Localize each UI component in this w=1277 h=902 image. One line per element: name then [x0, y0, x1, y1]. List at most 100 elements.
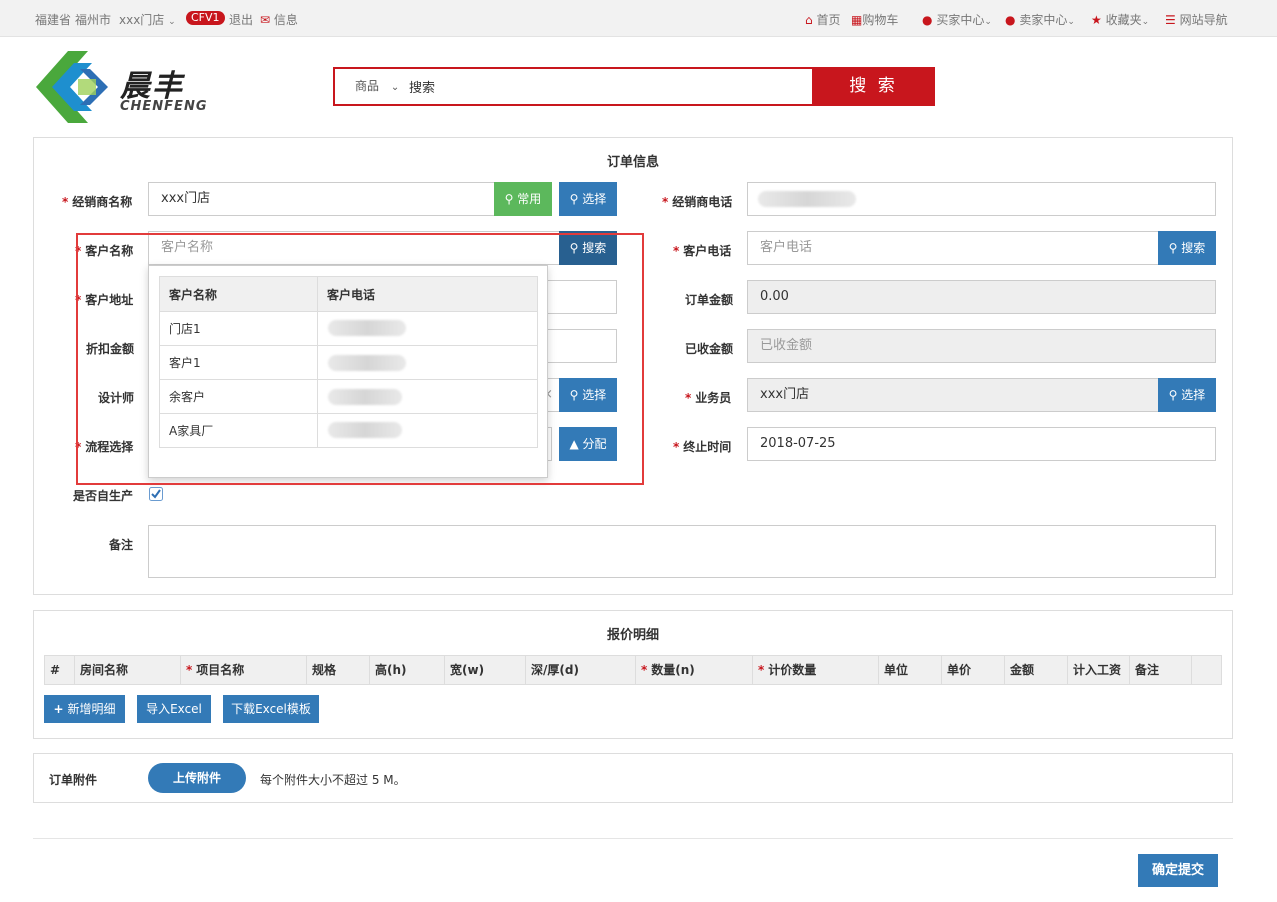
- download-template-button[interactable]: 下载Excel模板: [223, 695, 319, 723]
- favorites-label: 收藏夹: [1105, 13, 1142, 27]
- order-info-title: 订单信息: [606, 155, 659, 170]
- end-time-label: * 终止时间: [673, 440, 732, 454]
- search-button[interactable]: 搜 索: [812, 67, 935, 106]
- search-icon: ⚲: [1168, 241, 1178, 255]
- province-text: 福建省: [35, 13, 72, 27]
- dealer-name-label: * 经销商名称: [62, 195, 133, 209]
- received-amount-field: 已收金额: [747, 329, 1216, 363]
- dealer-name-field[interactable]: xxx门店: [148, 182, 495, 216]
- col-amount: 金额: [1005, 656, 1068, 684]
- import-excel-button[interactable]: 导入Excel: [137, 695, 211, 723]
- search-button-label: 搜索: [1181, 241, 1206, 255]
- plus-icon: +: [53, 702, 64, 716]
- customer-phone-label: * 客户电话: [673, 244, 732, 258]
- list-icon: ☰: [1165, 13, 1176, 27]
- star-icon: ★: [1091, 13, 1102, 27]
- dealer-phone-field[interactable]: [747, 182, 1216, 216]
- search-icon: ⚲: [1168, 388, 1178, 402]
- store-name: xxx门店: [119, 13, 165, 27]
- home-label: 首页: [816, 13, 841, 27]
- cart-link[interactable]: ▦购物车: [851, 11, 898, 28]
- remark-textarea[interactable]: [148, 525, 1216, 578]
- remark-label: 备注: [109, 538, 134, 552]
- logout-link[interactable]: 退出: [229, 11, 253, 28]
- search-input[interactable]: [405, 69, 811, 104]
- salesman-label: * 业务员: [685, 391, 732, 405]
- search-category-label: 商品: [355, 79, 380, 93]
- messages-link[interactable]: ✉ 信息: [260, 11, 298, 28]
- received-label: 已收金额: [685, 342, 734, 356]
- add-detail-button[interactable]: + 新增明细: [44, 695, 125, 723]
- customer-phone-input[interactable]: 客户电话: [747, 231, 1159, 265]
- version-badge: CFV1: [186, 11, 225, 25]
- self-produce-label: 是否自生产: [73, 489, 134, 503]
- attachment-note: 每个附件大小不超过 5 M。: [260, 773, 406, 787]
- buyer-center-menu[interactable]: ● 买家中心⌄: [922, 11, 992, 28]
- dealer-phone-label: * 经销商电话: [662, 195, 733, 209]
- cart-label: 购物车: [862, 13, 899, 27]
- common-button[interactable]: ⚲ 常用: [494, 182, 552, 216]
- received-placeholder: 已收金额: [760, 338, 813, 353]
- chevron-down-icon: ⌄: [1067, 17, 1075, 27]
- search-bar: 商品 ⌄ 搜 索: [333, 67, 935, 106]
- common-button-label: 常用: [517, 192, 542, 206]
- col-room-name: 房间名称: [75, 656, 181, 684]
- col-width: 宽(w): [445, 656, 526, 684]
- favorites-menu[interactable]: ★ 收藏夹⌄: [1091, 11, 1149, 28]
- site-nav-label: 网站导航: [1179, 13, 1228, 27]
- messages-label: 信息: [273, 13, 298, 27]
- highlight-frame: [76, 233, 644, 485]
- col-pricing-quantity: * 计价数量: [753, 656, 879, 684]
- seller-center-menu[interactable]: ● 卖家中心⌄: [1005, 11, 1075, 28]
- quote-table-header: # 房间名称 * 项目名称 规格 高(h) 宽(w) 深/厚(d) * 数量(n) …: [44, 655, 1222, 685]
- col-project-name: * 项目名称: [181, 656, 307, 684]
- logo[interactable]: 晨丰 CHENFENG: [34, 49, 234, 125]
- quote-detail-title: 报价明细: [606, 628, 659, 643]
- divider: [33, 838, 1233, 839]
- chevron-down-icon: ⌄: [168, 17, 176, 27]
- cart-icon: ▦: [851, 13, 863, 27]
- submit-button[interactable]: 确定提交: [1138, 854, 1218, 887]
- add-detail-label: 新增明细: [67, 702, 116, 716]
- search-icon: ⚲: [504, 192, 514, 206]
- self-produce-checkbox[interactable]: [149, 487, 163, 501]
- home-icon: ⌂: [805, 13, 813, 27]
- city-text: 福州市: [75, 13, 112, 27]
- col-remark: 备注: [1130, 656, 1192, 684]
- chevron-down-icon: ⌄: [390, 82, 400, 93]
- end-time-input[interactable]: 2018-07-25: [747, 427, 1216, 461]
- col-quantity: * 数量(n): [636, 656, 753, 684]
- order-amount-field: 0.00: [747, 280, 1216, 314]
- col-spec: 规格: [307, 656, 370, 684]
- salesman-select-button[interactable]: ⚲ 选择: [1158, 378, 1216, 412]
- salesman-field: xxx门店: [747, 378, 1159, 412]
- upload-attachment-button[interactable]: 上传附件: [148, 763, 246, 793]
- blurred-phone: [758, 191, 856, 207]
- buyer-center-label: 买家中心: [936, 13, 985, 27]
- chevron-down-icon: ⌄: [984, 17, 992, 27]
- envelope-icon: ✉: [260, 13, 271, 27]
- search-icon: ⚲: [569, 192, 579, 206]
- user-icon: ●: [1005, 13, 1016, 27]
- attachment-label: 订单附件: [49, 773, 98, 787]
- chevron-down-icon: ⌄: [1141, 17, 1150, 27]
- store-switcher[interactable]: xxx门店 ⌄: [119, 11, 176, 28]
- logo-en-text: CHENFENG: [120, 99, 208, 114]
- col-depth: 深/厚(d): [526, 656, 636, 684]
- order-amount-label: 订单金额: [685, 293, 734, 307]
- customer-phone-placeholder: 客户电话: [760, 240, 813, 255]
- select-button-label: 选择: [1181, 388, 1206, 402]
- select-button-label: 选择: [582, 192, 607, 206]
- phone-search-button[interactable]: ⚲ 搜索: [1158, 231, 1216, 265]
- site-nav-link[interactable]: ☰ 网站导航: [1165, 11, 1228, 28]
- col-unit-price: 单价: [942, 656, 1005, 684]
- col-wage: 计入工资: [1068, 656, 1130, 684]
- col-height: 高(h): [370, 656, 445, 684]
- dealer-select-button[interactable]: ⚲ 选择: [559, 182, 617, 216]
- home-link[interactable]: ⌂ 首页: [805, 11, 840, 28]
- col-unit: 单位: [879, 656, 942, 684]
- seller-center-label: 卖家中心: [1019, 13, 1068, 27]
- user-icon: ●: [922, 13, 933, 27]
- top-bar: 福建省 福州市 xxx门店 ⌄ CFV1 退出 ✉ 信息 ⌂ 首页 ▦购物车 ●…: [0, 0, 1277, 37]
- search-category-select[interactable]: 商品 ⌄: [335, 69, 405, 104]
